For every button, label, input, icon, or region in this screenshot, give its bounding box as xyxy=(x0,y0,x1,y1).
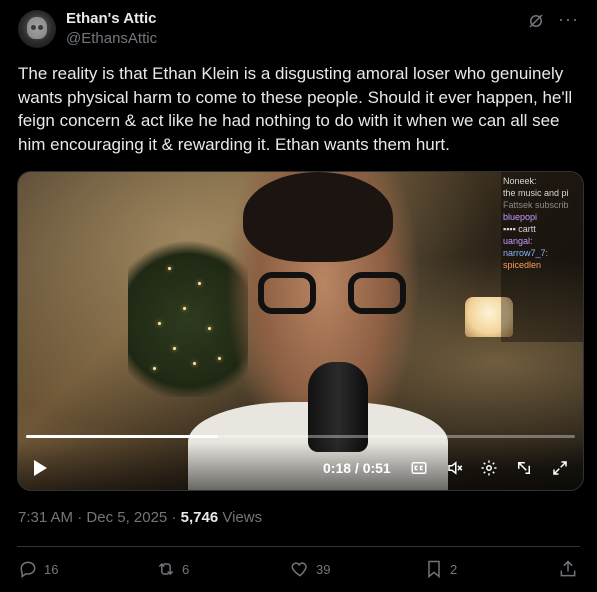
reply-count: 16 xyxy=(44,561,59,577)
fullscreen-icon[interactable] xyxy=(550,458,570,478)
chat-line: Noneek: xyxy=(503,176,537,186)
share-button[interactable] xyxy=(558,559,578,579)
stream-chat-overlay: Noneek: the music and pi Fattsek subscri… xyxy=(501,172,583,342)
microphone-image xyxy=(308,362,368,452)
hair-image xyxy=(243,172,393,262)
play-icon[interactable] xyxy=(34,460,47,476)
video-time: 0:18 / 0:51 xyxy=(323,460,391,476)
glasses-image xyxy=(258,272,406,316)
bookmark-count: 2 xyxy=(450,561,458,577)
like-count: 39 xyxy=(316,561,331,577)
author-handle[interactable]: @EthansAttic xyxy=(66,30,157,47)
video-player[interactable]: Noneek: the music and pi Fattsek subscri… xyxy=(17,171,584,491)
chat-line: the music and pi xyxy=(503,188,569,198)
tweet-meta: 7:31 AM · Dec 5, 2025 · 5,746 Views xyxy=(18,509,262,526)
tweet-text: The reality is that Ethan Klein is a dis… xyxy=(18,64,573,154)
chat-line: bluepopi xyxy=(503,212,538,222)
pop-out-icon[interactable] xyxy=(514,458,534,478)
chat-line: Fattsek subscrib xyxy=(503,200,569,210)
grok-icon[interactable] xyxy=(527,12,545,30)
skull-image xyxy=(27,17,47,39)
meta-separator: · xyxy=(73,509,87,526)
avatar[interactable] xyxy=(18,10,56,48)
repost-button[interactable]: 6 xyxy=(156,559,189,579)
bookmark-icon xyxy=(428,560,440,579)
captions-icon[interactable] xyxy=(409,458,429,478)
tweet-time[interactable]: 7:31 AM xyxy=(18,509,73,526)
progress-fill xyxy=(26,435,219,438)
more-icon[interactable]: ··· xyxy=(558,9,579,30)
author-name[interactable]: Ethan's Attic xyxy=(66,10,157,27)
meta-separator: · xyxy=(167,509,181,526)
action-bar: 16 6 39 2 xyxy=(18,559,579,581)
heart-icon xyxy=(291,562,307,577)
chat-line: narrow7_7: xyxy=(503,248,549,258)
like-button[interactable]: 39 xyxy=(290,559,330,579)
repost-count: 6 xyxy=(182,561,190,577)
repost-icon xyxy=(158,562,174,576)
chat-line: ▪▪▪▪ cartt xyxy=(503,224,536,234)
progress-bar[interactable] xyxy=(26,435,575,438)
reply-icon xyxy=(20,561,36,578)
mute-icon[interactable] xyxy=(445,458,465,478)
bookmark-button[interactable]: 2 xyxy=(424,559,457,579)
divider xyxy=(17,546,580,547)
views-count: 5,746 xyxy=(180,509,219,526)
reply-button[interactable]: 16 xyxy=(18,559,58,579)
chat-line: uangal: xyxy=(503,236,533,246)
tweet-header: Ethan's Attic @EthansAttic ··· xyxy=(18,8,579,52)
chat-line: spicedlen xyxy=(503,260,542,270)
settings-icon[interactable] xyxy=(479,458,499,478)
views-label: Views xyxy=(218,509,263,526)
tweet-date[interactable]: Dec 5, 2025 xyxy=(86,509,167,526)
share-icon xyxy=(560,560,576,577)
